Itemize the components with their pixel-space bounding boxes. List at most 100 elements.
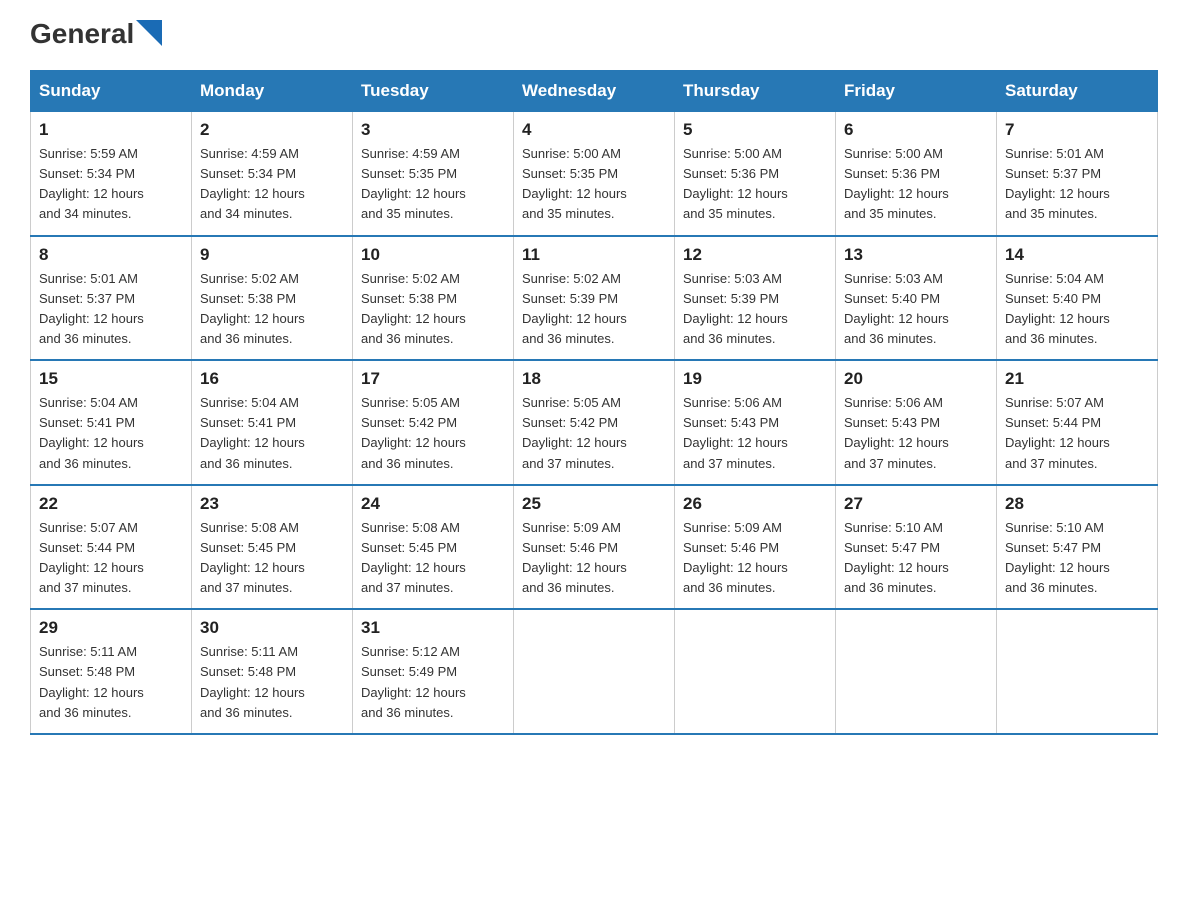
logo-general: General xyxy=(30,20,134,48)
day-cell: 24 Sunrise: 5:08 AMSunset: 5:45 PMDaylig… xyxy=(353,485,514,610)
day-number: 21 xyxy=(1005,369,1149,389)
day-cell: 5 Sunrise: 5:00 AMSunset: 5:36 PMDayligh… xyxy=(675,112,836,236)
day-number: 15 xyxy=(39,369,183,389)
day-info: Sunrise: 5:09 AMSunset: 5:46 PMDaylight:… xyxy=(683,520,788,595)
day-cell: 22 Sunrise: 5:07 AMSunset: 5:44 PMDaylig… xyxy=(31,485,192,610)
day-info: Sunrise: 5:07 AMSunset: 5:44 PMDaylight:… xyxy=(1005,395,1110,470)
day-number: 31 xyxy=(361,618,505,638)
day-cell xyxy=(514,609,675,734)
day-cell: 23 Sunrise: 5:08 AMSunset: 5:45 PMDaylig… xyxy=(192,485,353,610)
day-cell: 11 Sunrise: 5:02 AMSunset: 5:39 PMDaylig… xyxy=(514,236,675,361)
day-number: 11 xyxy=(522,245,666,265)
day-info: Sunrise: 5:10 AMSunset: 5:47 PMDaylight:… xyxy=(844,520,949,595)
day-number: 1 xyxy=(39,120,183,140)
day-cell: 4 Sunrise: 5:00 AMSunset: 5:35 PMDayligh… xyxy=(514,112,675,236)
day-info: Sunrise: 5:06 AMSunset: 5:43 PMDaylight:… xyxy=(683,395,788,470)
day-number: 5 xyxy=(683,120,827,140)
day-cell: 13 Sunrise: 5:03 AMSunset: 5:40 PMDaylig… xyxy=(836,236,997,361)
day-info: Sunrise: 4:59 AMSunset: 5:35 PMDaylight:… xyxy=(361,146,466,221)
day-cell: 9 Sunrise: 5:02 AMSunset: 5:38 PMDayligh… xyxy=(192,236,353,361)
day-cell xyxy=(997,609,1158,734)
day-number: 8 xyxy=(39,245,183,265)
day-number: 18 xyxy=(522,369,666,389)
header-tuesday: Tuesday xyxy=(353,71,514,112)
calendar-header-row: SundayMondayTuesdayWednesdayThursdayFrid… xyxy=(31,71,1158,112)
day-cell: 30 Sunrise: 5:11 AMSunset: 5:48 PMDaylig… xyxy=(192,609,353,734)
day-info: Sunrise: 5:08 AMSunset: 5:45 PMDaylight:… xyxy=(200,520,305,595)
day-info: Sunrise: 5:04 AMSunset: 5:41 PMDaylight:… xyxy=(39,395,144,470)
week-row-4: 22 Sunrise: 5:07 AMSunset: 5:44 PMDaylig… xyxy=(31,485,1158,610)
day-cell: 14 Sunrise: 5:04 AMSunset: 5:40 PMDaylig… xyxy=(997,236,1158,361)
day-info: Sunrise: 5:01 AMSunset: 5:37 PMDaylight:… xyxy=(1005,146,1110,221)
day-number: 26 xyxy=(683,494,827,514)
day-cell xyxy=(836,609,997,734)
calendar-body: 1 Sunrise: 5:59 AMSunset: 5:34 PMDayligh… xyxy=(31,112,1158,734)
day-info: Sunrise: 5:03 AMSunset: 5:39 PMDaylight:… xyxy=(683,271,788,346)
day-info: Sunrise: 5:04 AMSunset: 5:40 PMDaylight:… xyxy=(1005,271,1110,346)
header-thursday: Thursday xyxy=(675,71,836,112)
day-number: 3 xyxy=(361,120,505,140)
day-number: 25 xyxy=(522,494,666,514)
day-cell: 10 Sunrise: 5:02 AMSunset: 5:38 PMDaylig… xyxy=(353,236,514,361)
day-number: 28 xyxy=(1005,494,1149,514)
day-number: 2 xyxy=(200,120,344,140)
day-info: Sunrise: 5:06 AMSunset: 5:43 PMDaylight:… xyxy=(844,395,949,470)
day-info: Sunrise: 5:09 AMSunset: 5:46 PMDaylight:… xyxy=(522,520,627,595)
day-number: 23 xyxy=(200,494,344,514)
day-info: Sunrise: 5:04 AMSunset: 5:41 PMDaylight:… xyxy=(200,395,305,470)
day-info: Sunrise: 5:11 AMSunset: 5:48 PMDaylight:… xyxy=(200,644,305,719)
header-wednesday: Wednesday xyxy=(514,71,675,112)
day-cell: 1 Sunrise: 5:59 AMSunset: 5:34 PMDayligh… xyxy=(31,112,192,236)
day-cell: 29 Sunrise: 5:11 AMSunset: 5:48 PMDaylig… xyxy=(31,609,192,734)
day-number: 12 xyxy=(683,245,827,265)
day-info: Sunrise: 4:59 AMSunset: 5:34 PMDaylight:… xyxy=(200,146,305,221)
day-cell xyxy=(675,609,836,734)
calendar-table: SundayMondayTuesdayWednesdayThursdayFrid… xyxy=(30,70,1158,735)
day-cell: 19 Sunrise: 5:06 AMSunset: 5:43 PMDaylig… xyxy=(675,360,836,485)
day-cell: 26 Sunrise: 5:09 AMSunset: 5:46 PMDaylig… xyxy=(675,485,836,610)
day-info: Sunrise: 5:02 AMSunset: 5:38 PMDaylight:… xyxy=(361,271,466,346)
day-number: 29 xyxy=(39,618,183,638)
day-cell: 31 Sunrise: 5:12 AMSunset: 5:49 PMDaylig… xyxy=(353,609,514,734)
day-cell: 28 Sunrise: 5:10 AMSunset: 5:47 PMDaylig… xyxy=(997,485,1158,610)
day-info: Sunrise: 5:00 AMSunset: 5:36 PMDaylight:… xyxy=(683,146,788,221)
day-number: 30 xyxy=(200,618,344,638)
day-number: 19 xyxy=(683,369,827,389)
day-info: Sunrise: 5:05 AMSunset: 5:42 PMDaylight:… xyxy=(522,395,627,470)
day-cell: 12 Sunrise: 5:03 AMSunset: 5:39 PMDaylig… xyxy=(675,236,836,361)
day-number: 16 xyxy=(200,369,344,389)
day-info: Sunrise: 5:00 AMSunset: 5:36 PMDaylight:… xyxy=(844,146,949,221)
day-info: Sunrise: 5:07 AMSunset: 5:44 PMDaylight:… xyxy=(39,520,144,595)
day-number: 6 xyxy=(844,120,988,140)
page-header: General xyxy=(30,20,1158,50)
header-sunday: Sunday xyxy=(31,71,192,112)
day-cell: 6 Sunrise: 5:00 AMSunset: 5:36 PMDayligh… xyxy=(836,112,997,236)
day-number: 9 xyxy=(200,245,344,265)
day-cell: 21 Sunrise: 5:07 AMSunset: 5:44 PMDaylig… xyxy=(997,360,1158,485)
logo: General xyxy=(30,20,162,50)
day-number: 7 xyxy=(1005,120,1149,140)
week-row-3: 15 Sunrise: 5:04 AMSunset: 5:41 PMDaylig… xyxy=(31,360,1158,485)
day-info: Sunrise: 5:00 AMSunset: 5:35 PMDaylight:… xyxy=(522,146,627,221)
day-number: 10 xyxy=(361,245,505,265)
day-info: Sunrise: 5:59 AMSunset: 5:34 PMDaylight:… xyxy=(39,146,144,221)
logo-triangle-icon xyxy=(136,20,162,46)
day-cell: 7 Sunrise: 5:01 AMSunset: 5:37 PMDayligh… xyxy=(997,112,1158,236)
day-number: 27 xyxy=(844,494,988,514)
week-row-5: 29 Sunrise: 5:11 AMSunset: 5:48 PMDaylig… xyxy=(31,609,1158,734)
day-cell: 2 Sunrise: 4:59 AMSunset: 5:34 PMDayligh… xyxy=(192,112,353,236)
day-info: Sunrise: 5:01 AMSunset: 5:37 PMDaylight:… xyxy=(39,271,144,346)
day-info: Sunrise: 5:05 AMSunset: 5:42 PMDaylight:… xyxy=(361,395,466,470)
day-info: Sunrise: 5:02 AMSunset: 5:38 PMDaylight:… xyxy=(200,271,305,346)
day-info: Sunrise: 5:10 AMSunset: 5:47 PMDaylight:… xyxy=(1005,520,1110,595)
day-cell: 16 Sunrise: 5:04 AMSunset: 5:41 PMDaylig… xyxy=(192,360,353,485)
day-number: 13 xyxy=(844,245,988,265)
day-number: 22 xyxy=(39,494,183,514)
day-number: 4 xyxy=(522,120,666,140)
day-info: Sunrise: 5:08 AMSunset: 5:45 PMDaylight:… xyxy=(361,520,466,595)
day-cell: 3 Sunrise: 4:59 AMSunset: 5:35 PMDayligh… xyxy=(353,112,514,236)
header-monday: Monday xyxy=(192,71,353,112)
day-info: Sunrise: 5:12 AMSunset: 5:49 PMDaylight:… xyxy=(361,644,466,719)
day-info: Sunrise: 5:11 AMSunset: 5:48 PMDaylight:… xyxy=(39,644,144,719)
day-number: 14 xyxy=(1005,245,1149,265)
